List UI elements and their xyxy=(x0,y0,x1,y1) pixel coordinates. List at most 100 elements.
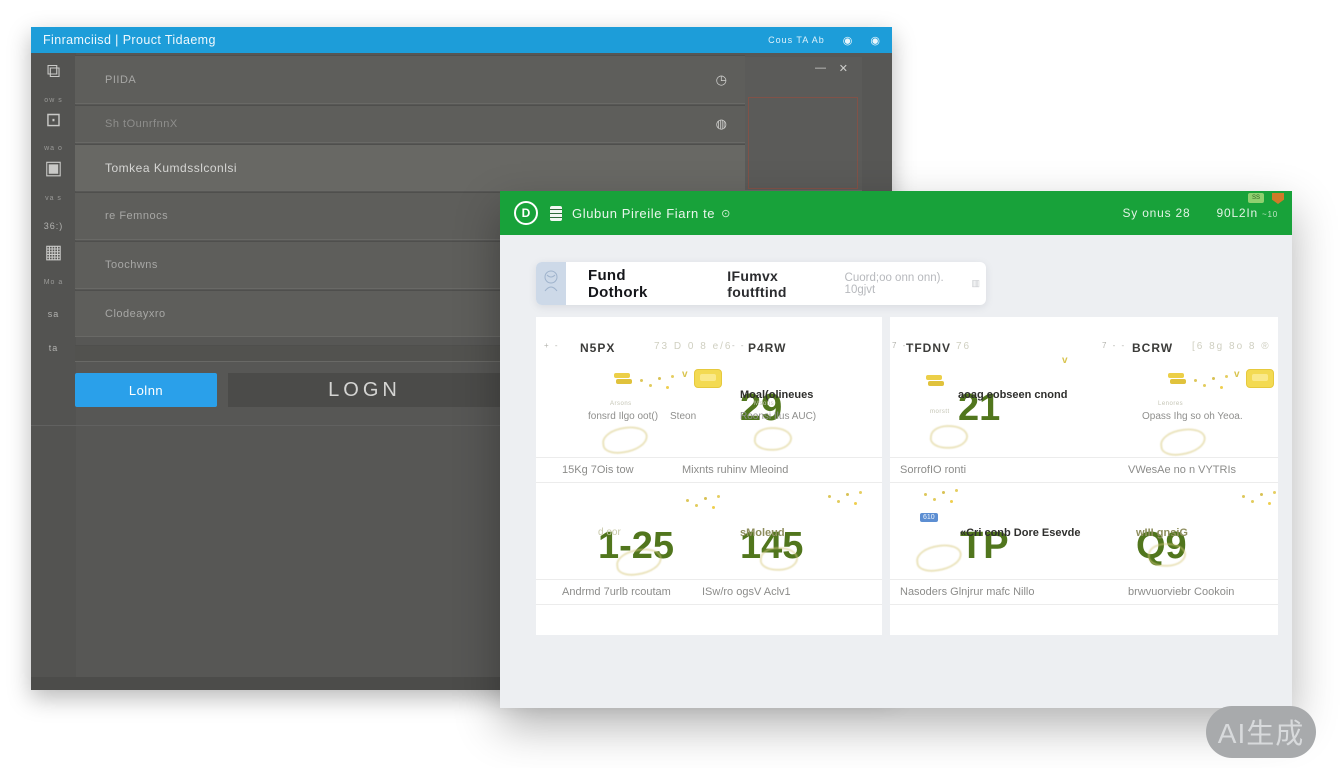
coins-icon xyxy=(926,375,944,389)
menu-square-icon[interactable]: ▥ xyxy=(971,278,980,289)
search-hint-text: Cuord;oo onn onn). 10gjvt xyxy=(845,272,972,296)
titlebar-status-text: Cous TA Ab xyxy=(768,35,825,45)
dots-decor-icon xyxy=(924,493,927,496)
camera-icon[interactable]: ◉ xyxy=(843,34,853,47)
metric-value-label: wIII gnsiG xyxy=(1136,527,1188,539)
corner-icons: SS xyxy=(1248,193,1284,204)
trading-titlebar: Finramciisd | Prouct Tidaemg Cous TA Ab … xyxy=(31,27,892,53)
dots-decor-icon xyxy=(640,379,643,382)
sub-label: Opass Ihg so oh Yeoa. xyxy=(1142,411,1243,422)
row-label: Nasoders Glnjrur mafc Nillo xyxy=(900,586,1034,598)
minimize-icon[interactable]: — xyxy=(815,62,826,74)
field-username[interactable]: PIIDA ◷ xyxy=(75,55,745,104)
metric-code-faint: 76 xyxy=(956,341,971,352)
check-decor-icon: v xyxy=(1234,369,1240,380)
sidebar-label: ow s xyxy=(31,97,76,104)
search-doc-icon[interactable]: ⊡ xyxy=(31,109,76,132)
fund-dashboard-window: D Glubun Pireile Fiarn te ⊙ Sy onus 28 9… xyxy=(500,191,1292,708)
avatar xyxy=(536,262,566,305)
dashboard-window-title: Glubun Pireile Fiarn te xyxy=(572,206,715,221)
sub-label: Roonsi Ilus AUC) xyxy=(740,411,816,422)
label-row: SorrofIO ronti VWesAe no n VYTRIs xyxy=(890,457,1278,483)
sketch-decor xyxy=(1159,426,1208,457)
dots-decor-icon xyxy=(1242,495,1245,498)
field-password[interactable]: Sh tOunrfnnX ◍ xyxy=(75,105,745,143)
clock-status-suffix: ~10 xyxy=(1262,210,1278,219)
logn-button[interactable]: LOGN xyxy=(228,373,501,407)
metric-code: P4RW xyxy=(748,341,786,355)
row-label: SorrofIO ronti xyxy=(900,464,966,476)
desktop: Finramciisd | Prouct Tidaemg Cous TA Ab … xyxy=(0,0,1344,768)
metrics-column-2: 7 - - TFDNV 76 7 - - BCRW [6 8g 8o 8 ® 2… xyxy=(890,317,1278,635)
field-username-label: PIIDA xyxy=(105,74,136,86)
search-secondary-text: IFumvx foutftind xyxy=(727,268,836,300)
field-options-label: Toochwns xyxy=(105,259,158,271)
notes-icon xyxy=(550,206,562,221)
coins-icon xyxy=(1168,373,1186,387)
sync-status-text: Sy onus 28 xyxy=(1122,206,1190,220)
dash-decor: 7 - - xyxy=(1102,341,1126,350)
sketch-decor xyxy=(601,424,650,455)
metric-code-faint: 73 D 0 8 e/6 xyxy=(654,341,732,352)
search-primary-text: Fund Dothork xyxy=(588,267,685,301)
dots-decor-icon xyxy=(1194,379,1197,382)
sketch-decor xyxy=(915,542,964,573)
field-extra-label: Clodeayxro xyxy=(105,308,166,320)
sidebar-label: 36:) xyxy=(31,221,76,231)
highlight-box xyxy=(748,97,858,189)
globe-icon: ◍ xyxy=(716,116,727,132)
green-badge-icon: SS xyxy=(1248,193,1264,203)
row-label: brwvuorviebr Cookoin xyxy=(1128,586,1234,598)
document-icon[interactable]: ⧉ xyxy=(31,61,76,83)
sketch-decor xyxy=(753,425,793,452)
sidebar-label: va s xyxy=(31,195,76,202)
dots-decor-icon xyxy=(828,495,831,498)
row-label: Andrmd 7urlb rcoutam xyxy=(562,586,671,598)
ai-watermark: AI生成 xyxy=(1206,706,1316,758)
row-label: ISw/ro ogsV Aclv1 xyxy=(702,586,791,598)
trading-sidebar: ⧉ ow s ⊡ wa o ▣ va s 36:) ▦ Mo a sa ta xyxy=(31,53,76,690)
trading-window-title: Finramciisd | Prouct Tidaemg xyxy=(43,33,216,47)
field-password-label: Sh tOunrfnnX xyxy=(105,118,178,130)
metric-code-faint: [6 8g 8o 8 ® xyxy=(1192,341,1271,352)
sub-label: Steon xyxy=(670,411,696,422)
titlebar-right-group: Cous TA Ab ◉ ◉ xyxy=(768,34,880,47)
metric-value-label: Moal(olineues xyxy=(740,389,813,401)
grid-icon[interactable]: ▦ xyxy=(31,241,76,264)
check-decor-icon: v xyxy=(1062,355,1068,366)
fund-search-bar[interactable]: Fund Dothork IFumvx foutftind Cuord;oo o… xyxy=(536,262,986,305)
side-panel: — ✕ xyxy=(745,57,862,190)
close-icon[interactable]: ✕ xyxy=(839,62,848,75)
metric-code: TFDNV xyxy=(906,341,951,355)
account-icon[interactable]: ◉ xyxy=(870,34,880,47)
field-account-selected[interactable]: Tomkea Kumdsslconlsi xyxy=(75,144,862,191)
metric-value-label: d oor xyxy=(598,527,621,538)
dash-decor: + - xyxy=(544,341,560,350)
credit-card-icon xyxy=(1246,369,1274,388)
login-button[interactable]: Lolnn xyxy=(75,373,217,407)
tiny-label: Lenores xyxy=(1158,401,1183,407)
metric-value-label: sMoleud xyxy=(740,527,785,539)
shield-icon xyxy=(1272,193,1284,204)
dash-decor: - - xyxy=(732,341,746,350)
metric-value-label: «Cri conb Dore Esevde xyxy=(960,527,1080,539)
row-label: 15Kg 7Ois tow xyxy=(562,464,634,476)
metric-code: N5PX xyxy=(580,341,615,355)
row-label: Mixnts ruhinv Mleoind xyxy=(682,464,788,476)
pad-icon[interactable]: ▣ xyxy=(31,157,76,180)
label-row: Nasoders Glnjrur mafc Nillo brwvuorviebr… xyxy=(890,579,1278,605)
sidebar-label: Mo a xyxy=(31,279,76,286)
target-icon: ⊙ xyxy=(721,207,730,220)
credit-card-icon xyxy=(694,369,722,388)
metrics-column-1: + - N5PX 73 D 0 8 e/6 - - P4RW v Arsons … xyxy=(536,317,882,635)
clock-icon: ◷ xyxy=(716,72,727,88)
tiny-label: Msons xyxy=(754,401,774,407)
sidebar-label: sa xyxy=(31,309,76,319)
sub-label: fonsrd Ilgo oot() xyxy=(588,411,658,422)
tiny-label: morstt xyxy=(930,409,950,415)
metric-code: BCRW xyxy=(1132,341,1173,355)
field-account-label: Tomkea Kumdsslconlsi xyxy=(105,161,237,175)
label-row: Andrmd 7urlb rcoutam ISw/ro ogsV Aclv1 xyxy=(536,579,882,605)
clock-status-value: 90L2In xyxy=(1217,206,1259,220)
sidebar-label: wa o xyxy=(31,145,76,152)
